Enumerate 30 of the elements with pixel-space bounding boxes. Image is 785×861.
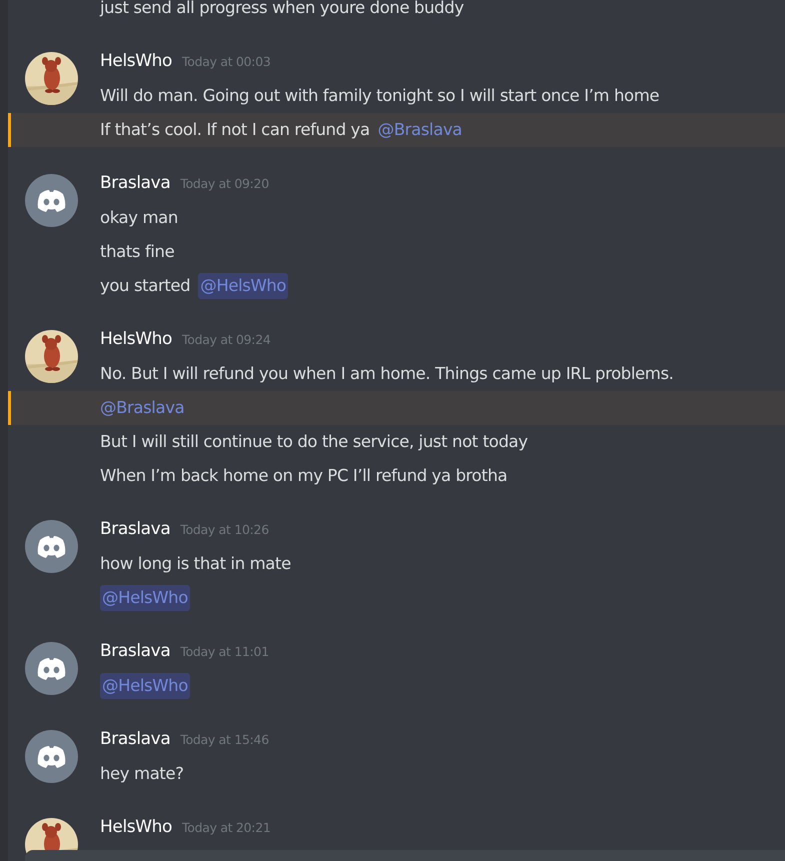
author-name[interactable]: Braslava [100, 727, 170, 752]
message-text: okay man [100, 206, 178, 229]
timestamp: Today at 10:26 [180, 521, 269, 539]
message-text: If that’s cool. If not I can refund ya [100, 118, 370, 141]
message-text: just send all progress when youre done buddy [100, 0, 464, 19]
default-avatar-icon[interactable] [25, 730, 78, 783]
timestamp: Today at 09:20 [180, 175, 269, 193]
timestamp: Today at 20:21 [182, 819, 270, 837]
default-avatar-icon[interactable] [25, 642, 78, 695]
timestamp: Today at 11:01 [180, 643, 269, 661]
default-avatar-icon[interactable] [25, 174, 78, 227]
author-name[interactable]: Braslava [100, 517, 170, 542]
timestamp: Today at 00:03 [182, 53, 270, 71]
message-text: you started [100, 274, 190, 297]
author-name[interactable]: HelsWho [100, 49, 172, 74]
message-text: how long is that in mate [100, 552, 291, 575]
message-text: hey mate? [100, 762, 184, 785]
author-name[interactable]: HelsWho [100, 815, 172, 840]
author-name[interactable]: Braslava [100, 639, 170, 664]
author-name[interactable]: Braslava [100, 171, 170, 196]
timestamp: Today at 09:24 [182, 331, 270, 349]
message-text: But I will still continue to do the service, just not today [100, 430, 528, 453]
message-text: No. But I will refund you when I am home. Things came up IRL problems. [100, 362, 674, 385]
author-name[interactable]: HelsWho [100, 327, 172, 352]
message-text: thats fine [100, 240, 174, 263]
default-avatar-icon[interactable] [25, 520, 78, 573]
timestamp: Today at 15:46 [180, 731, 269, 749]
message-input-field[interactable] [25, 850, 785, 861]
message-text: When I’m back home on my PC I’ll refund ya brotha [100, 464, 508, 487]
message-text: Will do man. Going out with family tonight so I will start once I’m home [100, 84, 660, 107]
